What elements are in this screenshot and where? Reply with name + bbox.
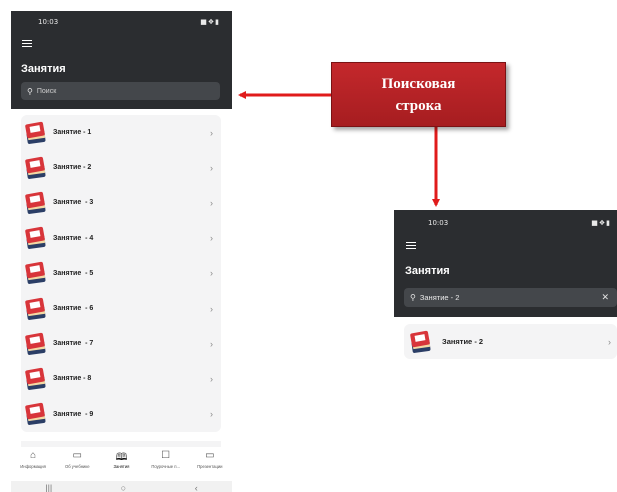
book-icon xyxy=(409,330,432,353)
page-title: Занятия xyxy=(405,265,450,277)
app-header: 10:03 ■❖▮ Занятия ⚲ Занятие - 2 ✕ xyxy=(394,210,617,317)
stage: 10:03 ■❖▮ Занятия ⚲ Поиск Занятие - 1 › … xyxy=(0,0,617,492)
callout-label: Поисковая строка xyxy=(331,62,506,127)
menu-icon[interactable] xyxy=(406,242,416,249)
clear-icon[interactable]: ✕ xyxy=(601,292,609,303)
list-item[interactable]: Занятие - 2 › xyxy=(404,324,617,359)
right-phone-screen: 10:03 ■❖▮ Занятия ⚲ Занятие - 2 ✕ Заняти… xyxy=(394,210,617,360)
status-time: 10:03 xyxy=(428,219,449,227)
search-input[interactable]: ⚲ Занятие - 2 ✕ xyxy=(404,288,617,307)
chevron-right-icon: › xyxy=(608,336,611,347)
status-icons: ■❖▮ xyxy=(591,219,611,227)
callout-line-1: Поисковая xyxy=(381,75,456,92)
search-value: Занятие - 2 xyxy=(419,293,460,302)
callout-line-2: строка xyxy=(395,97,442,114)
search-icon: ⚲ xyxy=(410,293,416,302)
list-item-label: Занятие - 2 xyxy=(442,337,484,346)
